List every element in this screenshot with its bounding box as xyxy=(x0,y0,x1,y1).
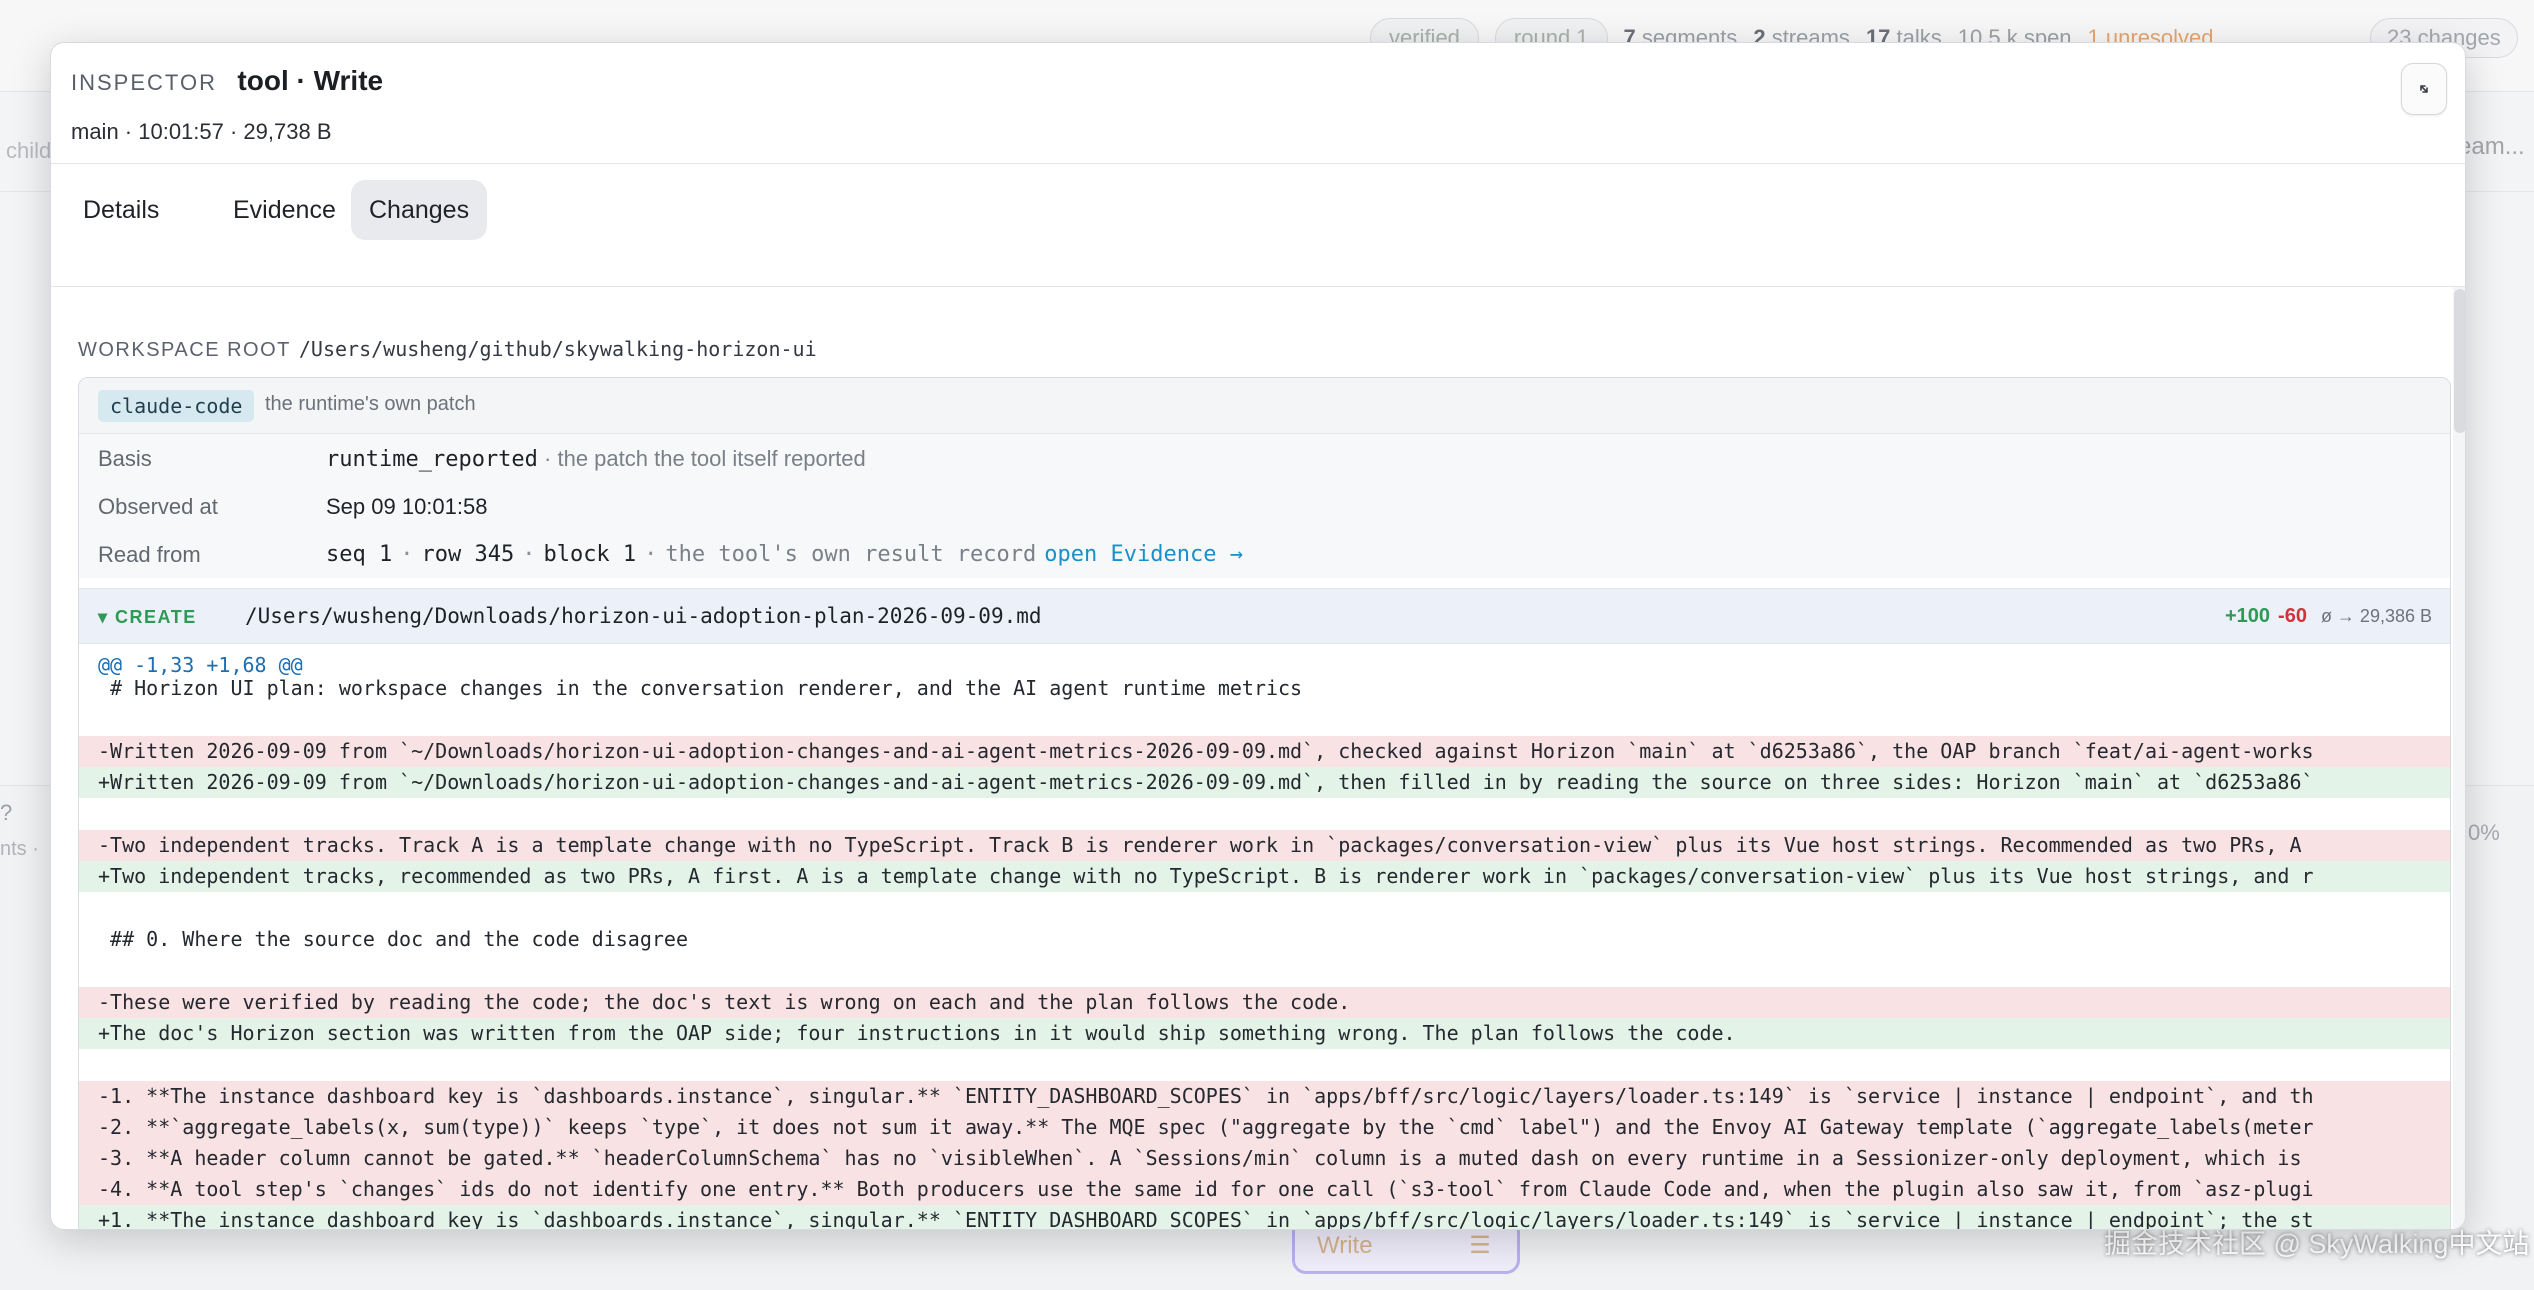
diff-view: @@ -1,33 +1,68 @@ # Horizon UI plan: wor… xyxy=(79,644,2450,1229)
chip-label: Write xyxy=(1317,1232,1373,1259)
diff-context-line xyxy=(79,955,2450,986)
inspector-panel: INSPECTOR tool · Write main · 10:01:57 ·… xyxy=(50,42,2466,1230)
inspector-title: INSPECTOR tool · Write xyxy=(71,65,383,97)
background-left-text: child xyxy=(6,138,52,163)
open-evidence-link[interactable]: open Evidence → xyxy=(1044,542,1243,567)
diff-added-line: +Written 2026-09-09 from `~/Downloads/ho… xyxy=(79,767,2450,798)
file-stats: +100 -60 ø → 29,386 B xyxy=(2225,605,2432,628)
diff-context-line xyxy=(79,798,2450,829)
diff-removed-line: -Written 2026-09-09 from `~/Downloads/ho… xyxy=(79,736,2450,767)
diff-context-line: ## 0. Where the source doc and the code … xyxy=(98,927,689,951)
meta-observed: Observed at Sep 09 10:01:58 xyxy=(79,482,2450,530)
diff-removed-line: -2. **`aggregate_labels(x, sum(type))` k… xyxy=(79,1112,2450,1143)
changes-content: WORKSPACE ROOT/Users/wusheng/github/skyw… xyxy=(51,287,2451,1229)
source-tag: claude-code xyxy=(98,390,255,422)
diff-context-line: # Horizon UI plan: workspace changes in … xyxy=(98,676,1303,700)
file-path: /Users/wusheng/Downloads/horizon-ui-adop… xyxy=(245,604,1042,628)
meta-basis-value: runtime_reported · the patch the tool it… xyxy=(326,446,866,472)
added-count: +100 xyxy=(2224,605,2271,627)
tab-changes[interactable]: Changes xyxy=(351,180,488,240)
inspector-subtitle: main · 10:01:57 · 29,738 B xyxy=(71,119,332,144)
inspector-header: INSPECTOR tool · Write main · 10:01:57 ·… xyxy=(51,43,2465,163)
meta-read-from: Read from seq 1 · row 345 · block 1 · the tool… xyxy=(79,530,2450,578)
diff-removed-line: -1. **The instance dashboard key is `das… xyxy=(79,1081,2450,1112)
file-header[interactable]: ▾ CREATE /Users/wusheng/Downloads/horizo… xyxy=(79,588,2450,644)
workspace-root-path: /Users/wusheng/github/skywalking-horizon… xyxy=(298,337,817,361)
meta-read-value: seq 1 · row 345 · block 1 · the tool's own res… xyxy=(326,542,1243,567)
meta-basis-label: Basis xyxy=(98,446,152,471)
meta-observed-value: Sep 09 10:01:58 xyxy=(326,494,488,519)
menu-icon: ☰ xyxy=(1469,1232,1491,1259)
meta-basis: Basis runtime_reported · the patch the t… xyxy=(79,434,2450,482)
diff-context-line xyxy=(79,1049,2450,1080)
tab-evidence[interactable]: Evidence xyxy=(215,180,354,240)
tab-details[interactable]: Details xyxy=(65,180,177,240)
collapse-arrows-icon xyxy=(2420,85,2428,93)
diff-removed-line: -These were verified by reading the code… xyxy=(79,987,2450,1018)
background-help-mark: ? xyxy=(0,800,13,825)
file-op-badge[interactable]: ▾ CREATE xyxy=(98,607,197,628)
inspector-kicker: INSPECTOR xyxy=(71,70,217,95)
background-sub-text: nts · xyxy=(0,838,39,860)
inspector-tabs: Details Evidence Changes xyxy=(51,163,2465,287)
workspace-root: WORKSPACE ROOT/Users/wusheng/github/skyw… xyxy=(78,337,817,362)
diff-removed-line: -Two independent tracks. Track A is a te… xyxy=(79,830,2450,861)
diff-added-line: +Two independent tracks, recommended as … xyxy=(79,861,2450,892)
meta-observed-label: Observed at xyxy=(98,494,218,519)
diff-added-line: +1. **The instance dashboard key is `das… xyxy=(79,1205,2450,1229)
patch-card: claude-code the runtime's own patch Basi… xyxy=(78,377,2451,1229)
diff-removed-line: -4. **A tool step's `changes` ids do not… xyxy=(79,1174,2450,1205)
source-note: the runtime's own patch xyxy=(265,393,476,415)
diff-added-line: +The doc's Horizon section was written f… xyxy=(79,1018,2450,1049)
patch-card-header: claude-code the runtime's own patch xyxy=(79,378,2450,434)
workspace-root-label: WORKSPACE ROOT xyxy=(78,339,291,361)
diff-removed-line: -3. **A header column cannot be gated.**… xyxy=(79,1143,2450,1174)
file-size: ø → 29,386 B xyxy=(2320,606,2432,626)
inspector-name: tool · Write xyxy=(237,65,384,96)
background-percent: 0% xyxy=(2468,820,2500,845)
scrollbar-thumb[interactable] xyxy=(2454,289,2465,433)
meta-read-label: Read from xyxy=(98,542,201,567)
collapse-button[interactable] xyxy=(2401,63,2447,115)
removed-count: -60 xyxy=(2278,605,2307,627)
background-right-text: eam... xyxy=(2458,133,2525,160)
diff-context-line xyxy=(79,704,2450,735)
diff-context-line xyxy=(79,892,2450,923)
